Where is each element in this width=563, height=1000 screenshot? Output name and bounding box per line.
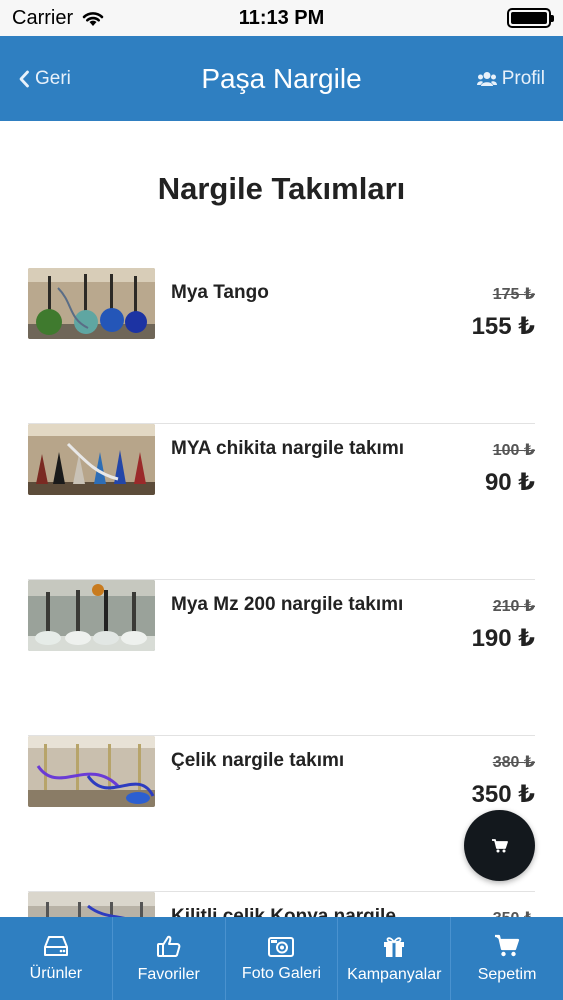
tab-label: Favoriler xyxy=(137,965,200,983)
tab-favoriler[interactable]: Favoriler xyxy=(113,917,226,1000)
product-old-price: 210 ₺ xyxy=(492,598,535,615)
status-left: Carrier xyxy=(12,7,105,30)
floating-cart-button[interactable] xyxy=(464,810,535,881)
category-heading: Nargile Takımları xyxy=(157,171,406,206)
product-old-price: 175 ₺ xyxy=(492,286,535,303)
product-item[interactable]: Çelik nargile takımı 380 ₺ 350 ₺ xyxy=(28,736,535,892)
product-item[interactable]: Mya Tango 175 ₺ 155 ₺ xyxy=(28,268,535,424)
product-price: 155 ₺ xyxy=(471,313,535,340)
product-name: Mya Tango xyxy=(171,282,269,303)
tab-foto-galeri[interactable]: Foto Galeri xyxy=(226,917,339,1000)
product-image xyxy=(28,268,155,339)
product-old-price: 100 ₺ xyxy=(492,442,535,459)
product-image xyxy=(28,424,155,495)
users-icon xyxy=(476,71,497,86)
product-image xyxy=(28,736,155,807)
nav-bar: Geri Paşa Nargile Profil xyxy=(0,36,563,121)
product-price: 190 ₺ xyxy=(471,625,535,652)
tab-label: Kampanyalar xyxy=(347,965,442,983)
product-old-price: 380 ₺ xyxy=(492,754,535,771)
product-name: Kilitli çelik Konya nargile xyxy=(171,906,396,917)
product-name: Mya Mz 200 nargile takımı xyxy=(171,594,404,615)
bottom-tab-bar: Ürünler Favoriler Foto Galeri Kampanyala… xyxy=(0,917,563,1000)
product-old-price: 350 ₺ xyxy=(493,908,535,917)
thumbs-up-icon xyxy=(156,935,181,957)
tab-urunler[interactable]: Ürünler xyxy=(0,917,113,1000)
product-name: MYA chikita nargile takımı xyxy=(171,438,405,459)
profile-button[interactable]: Profil xyxy=(476,67,545,90)
tab-kampanyalar[interactable]: Kampanyalar xyxy=(338,917,452,1000)
tab-sepetim[interactable]: Sepetim xyxy=(451,917,563,1000)
product-name: Çelik nargile takımı xyxy=(171,750,345,771)
tab-label: Foto Galeri xyxy=(241,964,322,982)
back-button[interactable]: Geri xyxy=(18,68,71,90)
back-label: Geri xyxy=(35,67,71,89)
tab-label: Ürünler xyxy=(29,964,83,982)
status-bar: Carrier 11:13 PM xyxy=(0,0,563,36)
carrier-label: Carrier xyxy=(12,6,74,29)
product-item[interactable]: MYA chikita nargile takımı 100 ₺ 90 ₺ xyxy=(28,424,535,580)
product-item[interactable]: Mya Mz 200 nargile takımı 210 ₺ 190 ₺ xyxy=(28,580,535,736)
product-image xyxy=(28,892,155,917)
tab-label: Sepetim xyxy=(477,965,537,983)
product-price: 90 ₺ xyxy=(484,469,535,496)
cart-icon xyxy=(491,838,508,852)
gift-icon xyxy=(384,936,405,957)
product-list: Mya Tango 175 ₺ 155 ₺ MYA chikita nargil… xyxy=(28,268,535,917)
product-price: 350 ₺ xyxy=(471,781,535,808)
battery-icon xyxy=(507,8,554,28)
product-item[interactable]: Kilitli çelik Konya nargile 350 ₺ xyxy=(28,892,535,917)
product-image xyxy=(28,580,155,651)
profile-label: Profil xyxy=(501,67,545,89)
wifi-icon xyxy=(82,12,104,26)
camera-icon xyxy=(268,936,295,957)
chevron-left-icon xyxy=(19,70,29,87)
content-area[interactable]: Nargile Takımları Mya Tango 175 ₺ 155 ₺ … xyxy=(0,121,563,917)
cart-icon xyxy=(495,934,520,956)
drive-icon xyxy=(43,935,68,956)
